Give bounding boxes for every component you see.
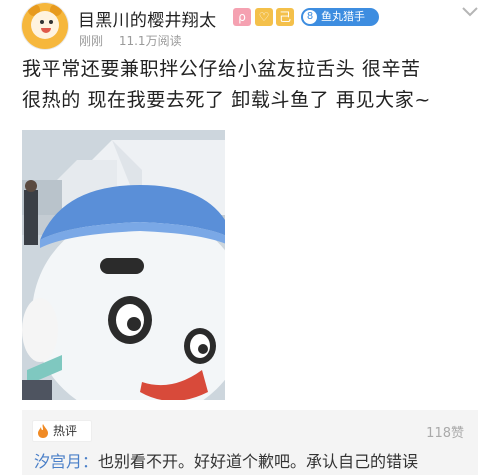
mascot-photo [22, 130, 225, 400]
username[interactable]: 目黑川的樱井翔太 [78, 6, 216, 31]
post-line: 很热的 现在我要去死了 卸载斗鱼了 再见大家~ [22, 89, 431, 111]
hot-comments-label: 热评 [32, 420, 92, 442]
search-badge-icon: ρ [233, 8, 251, 26]
comment-item[interactable]: 汐宫月：也别看不开。好好道个歉吧。承认自己的错误 [34, 448, 418, 472]
post-text: 我平常还要兼职拌公仔给小盆友拉舌头 很辛苦 很热的 现在我要去死了 卸载斗鱼了 … [22, 54, 482, 116]
post-time: 刚刚 [79, 34, 104, 48]
hot-comments: 热评 118赞 汐宫月：也别看不开。好好道个歉吧。承认自己的错误 [22, 410, 478, 475]
read-count: 11.1万阅读 [118, 34, 182, 48]
fan-level-badge: 8 鱼丸猎手 [301, 8, 379, 26]
comment-text: 也别看不开。好好道个歉吧。承认自己的错误 [98, 452, 419, 471]
comment-author[interactable]: 汐宫月： [34, 452, 98, 471]
post-line: 我平常还要兼职拌公仔给小盆友拉舌头 很辛苦 [22, 58, 421, 80]
level-number: 8 [303, 10, 317, 24]
heart-badge-icon: ♡ [255, 8, 273, 26]
hot-label-text: 热评 [53, 424, 78, 438]
post-image[interactable] [22, 130, 225, 400]
user-avatar[interactable] [22, 3, 68, 49]
comment-like-count[interactable]: 118赞 [426, 422, 464, 441]
flame-icon [38, 424, 48, 438]
avatar-eye [40, 20, 44, 24]
avatar-face [31, 11, 59, 39]
avatar-eye [49, 20, 53, 24]
post-meta: 刚刚 11.1万阅读 [79, 32, 182, 49]
level-text: 鱼丸猎手 [321, 10, 365, 23]
checkin-badge-icon: 己 [276, 8, 294, 26]
chevron-down-icon[interactable] [460, 4, 480, 20]
